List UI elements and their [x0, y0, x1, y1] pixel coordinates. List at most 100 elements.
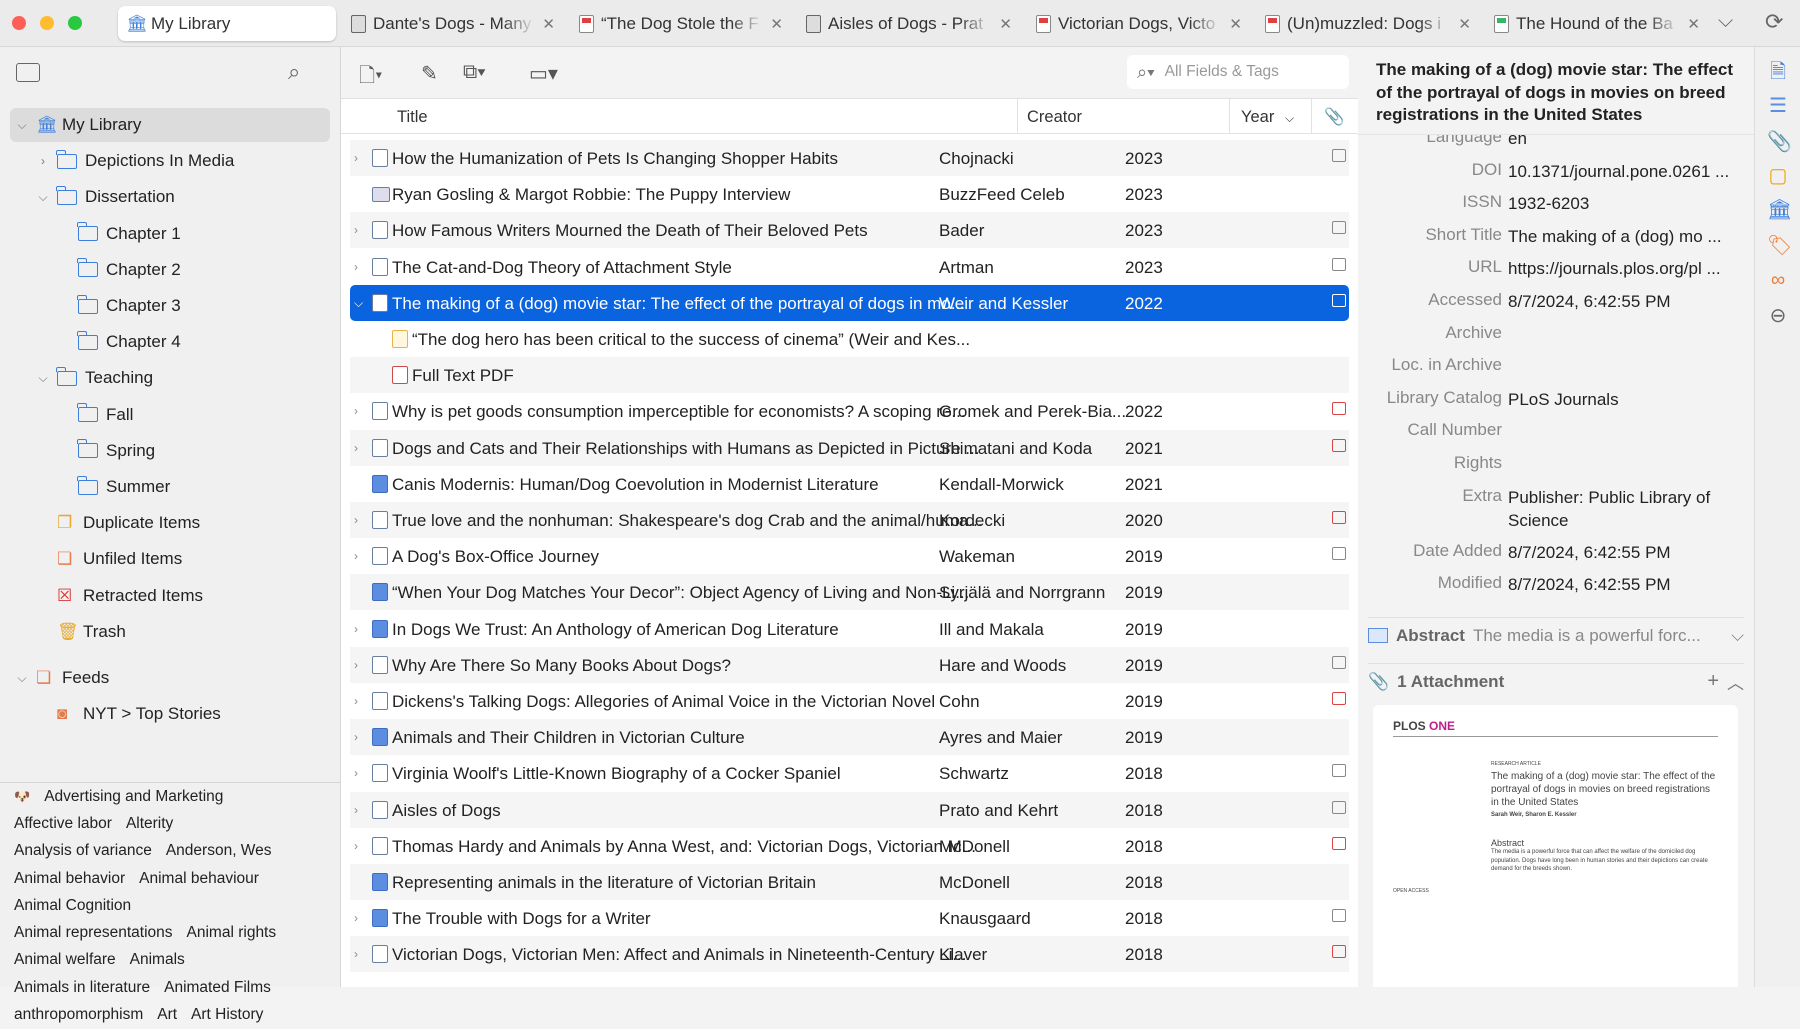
abstract-icon[interactable]: ☰ — [1767, 95, 1789, 117]
item-row[interactable]: ›Aisles of DogsPrato and Kehrt2018 — [350, 792, 1349, 828]
chevron-right-icon[interactable]: › — [354, 513, 358, 527]
close-tab-icon[interactable]: ✕ — [542, 15, 555, 33]
item-row[interactable]: ›Dogs and Cats and Their Relationships w… — [350, 430, 1349, 466]
item-row[interactable]: ›Dickens's Talking Dogs: Allegories of A… — [350, 683, 1349, 719]
collection-depictions-in-media[interactable]: ›Depictions In Media — [10, 144, 330, 178]
chevron-right-icon[interactable]: › — [354, 911, 358, 925]
chevron-right-icon[interactable]: › — [354, 658, 358, 672]
item-title[interactable]: The making of a (dog) movie star: The ef… — [1358, 47, 1754, 135]
field-value[interactable]: PLoS Journals — [1508, 388, 1738, 411]
field-value[interactable]: The making of a (dog) mo ... — [1508, 225, 1738, 248]
child-item-row[interactable]: Full Text PDF — [350, 357, 1349, 393]
chevron-right-icon[interactable]: › — [354, 151, 358, 165]
tag[interactable]: Animal rights — [187, 924, 277, 942]
item-row[interactable]: ›A Dog's Box-Office JourneyWakeman2019 — [350, 538, 1349, 574]
add-attachment-icon[interactable]: ⧉▾ — [463, 61, 486, 84]
pdf-attachment-icon[interactable] — [1332, 945, 1346, 958]
chevron-right-icon[interactable]: › — [354, 260, 358, 274]
chevron-down-icon[interactable]: ⌵ — [16, 671, 28, 686]
item-row[interactable]: ›The Cat-and-Dog Theory of Attachment St… — [350, 249, 1349, 285]
abstract-section[interactable]: Abstract The media is a powerful forc...… — [1368, 617, 1744, 653]
tag[interactable]: Animals — [130, 951, 185, 969]
field-value[interactable]: https://journals.plos.org/pl ... — [1508, 257, 1738, 280]
chevron-down-icon[interactable]: ⌵ — [1731, 626, 1744, 646]
tag[interactable]: Anderson, Wes — [166, 842, 272, 860]
chevron-right-icon[interactable]: › — [354, 766, 358, 780]
tag[interactable]: Animal behavior — [14, 870, 125, 888]
item-row[interactable]: Ryan Gosling & Margot Robbie: The Puppy … — [350, 176, 1349, 212]
collection-chapter-2[interactable]: Chapter 2 — [10, 253, 330, 287]
info-icon[interactable]: 🗎 — [1767, 61, 1789, 83]
tab-1[interactable]: Dante's Dogs - Many✕ — [343, 6, 563, 41]
close-tab-icon[interactable]: ✕ — [1687, 15, 1700, 33]
pdf-attachment-icon[interactable] — [1332, 294, 1346, 307]
snapshot-attachment-icon[interactable] — [1332, 221, 1346, 234]
sync-icon[interactable]: ⟳ — [1765, 9, 1783, 35]
snapshot-attachment-icon[interactable] — [1332, 656, 1346, 669]
tag[interactable]: Animated Films — [164, 979, 271, 997]
libraries-collections-icon[interactable]: 🏛 — [1767, 199, 1789, 221]
close-tab-icon[interactable]: ✕ — [1229, 15, 1242, 33]
field-value[interactable]: Publisher: Public Library of Science — [1508, 486, 1738, 532]
snapshot-attachment-icon[interactable] — [1332, 909, 1346, 922]
new-note-icon[interactable]: ▭▾ — [529, 61, 558, 86]
collection-spring[interactable]: Spring — [10, 434, 330, 468]
tab-2[interactable]: “The Dog Stole the F✕ — [571, 6, 791, 41]
tag[interactable]: anthropomorphism — [14, 1006, 143, 1024]
item-row[interactable]: ›How the Humanization of Pets Is Changin… — [350, 140, 1349, 176]
tag[interactable]: Alterity — [126, 815, 173, 833]
collection-feeds[interactable]: ⌵❏Feeds — [10, 661, 330, 695]
chevron-right-icon[interactable]: › — [354, 947, 358, 961]
item-row[interactable]: ›The Trouble with Dogs for a WriterKnaus… — [350, 900, 1349, 936]
locate-icon[interactable]: ⊖ — [1767, 305, 1789, 327]
tag[interactable]: Animal representations — [14, 924, 173, 942]
child-item-row[interactable]: “The dog hero has been critical to the s… — [350, 321, 1349, 357]
related-icon[interactable]: ∞ — [1767, 269, 1789, 291]
column-creator[interactable]: Creator — [1027, 108, 1082, 127]
item-row[interactable]: ›Why is pet goods consumption impercepti… — [350, 393, 1349, 429]
pdf-attachment-icon[interactable] — [1332, 402, 1346, 415]
search-icon[interactable]: ⌕ — [288, 59, 300, 85]
column-title[interactable]: Title — [397, 108, 428, 127]
tabs-overflow-chevron-icon[interactable]: ⌵ — [1718, 10, 1733, 33]
tag[interactable]: Animal Cognition — [14, 897, 131, 915]
snapshot-attachment-icon[interactable] — [1332, 547, 1346, 560]
tag[interactable]: Animal behaviour — [139, 870, 259, 888]
tag[interactable]: Art — [157, 1006, 177, 1024]
item-row[interactable]: ›Virginia Woolf's Little-Known Biography… — [350, 755, 1349, 791]
pdf-attachment-icon[interactable] — [1332, 837, 1346, 850]
tag[interactable]: Art History — [191, 1006, 263, 1024]
chevron-right-icon[interactable]: › — [354, 694, 358, 708]
item-row[interactable]: ›Animals and Their Children in Victorian… — [350, 719, 1349, 755]
chevron-right-icon[interactable]: › — [354, 622, 358, 636]
tags-icon[interactable]: 🏷 — [1767, 235, 1789, 257]
tag[interactable]: Animals in literature — [14, 979, 150, 997]
chevron-right-icon[interactable]: › — [354, 839, 358, 853]
tag[interactable]: Analysis of variance — [14, 842, 152, 860]
chevron-right-icon[interactable]: › — [354, 223, 358, 237]
collection-my-library[interactable]: ⌵🏛My Library — [10, 108, 330, 142]
tab-4[interactable]: Victorian Dogs, Victo✕ — [1028, 6, 1250, 41]
item-row[interactable]: ⌵The making of a (dog) movie star: The e… — [350, 285, 1349, 321]
new-collection-icon[interactable] — [16, 63, 40, 82]
collection-teaching[interactable]: ⌵Teaching — [10, 361, 330, 395]
minimize-window-button[interactable] — [40, 16, 54, 30]
tag[interactable]: Advertising and Marketing — [44, 788, 223, 806]
item-row[interactable]: ›In Dogs We Trust: An Anthology of Ameri… — [350, 611, 1349, 647]
attachments-icon[interactable]: 📎 — [1767, 131, 1789, 153]
item-row[interactable]: ›How Famous Writers Mourned the Death of… — [350, 212, 1349, 248]
add-attachment-button[interactable]: + — [1707, 670, 1719, 693]
field-value[interactable]: 8/7/2024, 6:42:55 PM — [1508, 290, 1738, 313]
attachment-preview[interactable]: PLOS ONE RESEARCH ARTICLE The making of … — [1373, 705, 1738, 987]
chevron-right-icon[interactable]: › — [354, 803, 358, 817]
pdf-attachment-icon[interactable] — [1332, 692, 1346, 705]
item-row[interactable]: “When Your Dog Matches Your Decor”: Obje… — [350, 574, 1349, 610]
tab-5[interactable]: (Un)muzzled: Dogs i✕ — [1257, 6, 1479, 41]
tab-6[interactable]: The Hound of the Ba✕ — [1486, 6, 1708, 41]
collection-chapter-4[interactable]: Chapter 4 — [10, 325, 330, 359]
snapshot-attachment-icon[interactable] — [1332, 149, 1346, 162]
tag[interactable]: Affective labor — [14, 815, 112, 833]
item-row[interactable]: Canis Modernis: Human/Dog Coevolution in… — [350, 466, 1349, 502]
zoom-window-button[interactable] — [68, 16, 82, 30]
item-row[interactable]: ›Victorian Dogs, Victorian Men: Affect a… — [350, 936, 1349, 972]
